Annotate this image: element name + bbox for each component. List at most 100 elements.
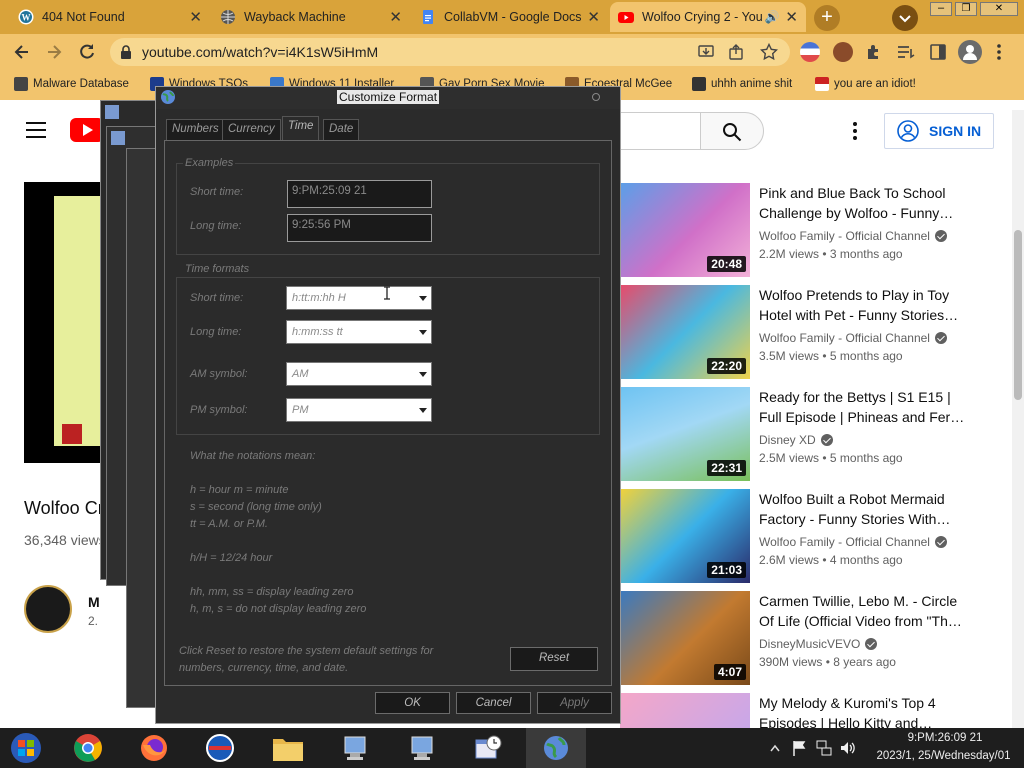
youtube-logo-icon[interactable]: [70, 118, 104, 142]
combo-value[interactable]: h:tt:m:hh H: [292, 292, 346, 304]
taskbar-explorer[interactable]: [258, 728, 318, 768]
dropdown-arrow-icon[interactable]: [419, 296, 427, 301]
extension-avatar-icon[interactable]: [833, 42, 853, 62]
close-icon[interactable]: ✕: [189, 8, 202, 26]
bookmark-you-are-an-idiot[interactable]: you are an idiot!: [815, 77, 916, 91]
dropdown-arrow-icon[interactable]: [419, 372, 427, 377]
combo-value[interactable]: AM: [292, 368, 309, 380]
settings-dots-icon[interactable]: [853, 122, 857, 140]
related-video-title[interactable]: Pink and Blue Back To School Challenge b…: [759, 183, 974, 223]
side-panel-icon[interactable]: [929, 43, 947, 61]
bookmark-uhhh-anime-shit[interactable]: uhhh anime shit: [692, 77, 792, 91]
video-thumbnail[interactable]: 22:20: [620, 285, 750, 379]
related-video[interactable]: 20:48 Pink and Blue Back To School Chall…: [620, 183, 1020, 279]
menu-dots-icon[interactable]: [997, 44, 1001, 60]
tab-currency[interactable]: Currency: [222, 119, 281, 141]
clock-time[interactable]: 9:PM:26:09 21: [870, 732, 1020, 744]
related-video-title[interactable]: Ready for the Bettys | S1 E15 | Full Epi…: [759, 387, 974, 427]
video-thumbnail[interactable]: [620, 693, 750, 728]
network-icon[interactable]: [816, 740, 832, 756]
video-thumbnail[interactable]: 20:48: [620, 183, 750, 277]
minimize-button[interactable]: –: [930, 2, 952, 16]
bookmark-malware-database[interactable]: Malware Database: [14, 77, 129, 91]
cancel-button[interactable]: Cancel: [456, 692, 531, 714]
profile-avatar[interactable]: [958, 40, 982, 64]
taskbar-app[interactable]: [190, 728, 250, 768]
video-thumbnail[interactable]: 21:03: [620, 489, 750, 583]
related-video[interactable]: 22:20 Wolfoo Pretends to Play in Toy Hot…: [620, 285, 1020, 381]
related-video[interactable]: 4:07 Carmen Twillie, Lebo M. - Circle Of…: [620, 591, 1020, 687]
volume-icon[interactable]: [840, 740, 856, 756]
search-input[interactable]: [620, 112, 708, 150]
pm-symbol-combo[interactable]: PM: [286, 398, 432, 422]
close-icon[interactable]: ✕: [785, 8, 798, 26]
ok-button[interactable]: OK: [375, 692, 450, 714]
taskbar-firefox[interactable]: [124, 728, 184, 768]
related-video-channel[interactable]: Disney XD: [759, 433, 833, 447]
restore-button[interactable]: ❐: [955, 2, 977, 16]
back-arrow-icon[interactable]: [12, 42, 32, 62]
video-thumbnail[interactable]: 22:31: [620, 387, 750, 481]
dropdown-arrow-icon[interactable]: [419, 330, 427, 335]
related-video-channel[interactable]: DisneyMusicVEVO: [759, 637, 878, 651]
audio-playing-icon[interactable]: 🔊: [764, 10, 779, 24]
close-icon[interactable]: ✕: [587, 8, 600, 26]
install-app-icon[interactable]: [698, 44, 714, 60]
taskbar-date-time[interactable]: [458, 728, 518, 768]
related-video[interactable]: 22:31 Ready for the Bettys | S1 E15 | Fu…: [620, 387, 1020, 483]
taskbar-regional-settings[interactable]: [526, 728, 586, 768]
taskbar-chrome[interactable]: [58, 728, 118, 768]
combo-value[interactable]: h:mm:ss tt: [292, 326, 343, 338]
flag-icon[interactable]: [792, 740, 806, 756]
dialog-close-icon[interactable]: [592, 93, 600, 101]
long-time-format-combo[interactable]: h:mm:ss tt: [286, 320, 432, 344]
chevron-up-icon[interactable]: [770, 744, 780, 752]
bookmark-star-icon[interactable]: [760, 43, 778, 61]
sign-in-button[interactable]: SIGN IN: [884, 113, 994, 149]
related-video[interactable]: 21:03 Wolfoo Built a Robot Mermaid Facto…: [620, 489, 1020, 585]
dropdown-arrow-icon[interactable]: [419, 408, 427, 413]
taskbar-window[interactable]: [325, 728, 385, 768]
window-close-button[interactable]: ✕: [980, 2, 1018, 16]
tab-wolfoo-crying[interactable]: Wolfoo Crying 2 - You 🔊 ✕: [610, 2, 806, 32]
tab-collabvm-google-docs[interactable]: CollabVM - Google Docs ✕: [412, 2, 608, 32]
related-video-title[interactable]: Wolfoo Pretends to Play in Toy Hotel wit…: [759, 285, 974, 325]
extensions-puzzle-icon[interactable]: [865, 43, 883, 61]
video-thumbnail[interactable]: 4:07: [620, 591, 750, 685]
share-icon[interactable]: [728, 44, 744, 60]
search-button[interactable]: [700, 112, 764, 150]
tab-404-not-found[interactable]: W 404 Not Found ✕: [10, 2, 210, 32]
scrollbar-thumb[interactable]: [1014, 230, 1022, 400]
reload-icon[interactable]: [77, 42, 97, 62]
start-button[interactable]: [0, 728, 52, 768]
forward-arrow-icon[interactable]: [44, 42, 64, 62]
channel-avatar[interactable]: [24, 585, 72, 633]
am-symbol-combo[interactable]: AM: [286, 362, 432, 386]
tab-numbers[interactable]: Numbers: [166, 119, 225, 141]
related-video[interactable]: My Melody & Kuromi's Top 4 Episodes | He…: [620, 693, 1020, 728]
tab-date[interactable]: Date: [323, 119, 360, 141]
taskbar-window[interactable]: [392, 728, 452, 768]
related-video-title[interactable]: Carmen Twillie, Lebo M. - Circle Of Life…: [759, 591, 974, 631]
related-video-title[interactable]: Wolfoo Built a Robot Mermaid Factory - F…: [759, 489, 974, 529]
clock-date[interactable]: 2023/1, 25/Wednesday/01: [866, 750, 1021, 762]
hamburger-menu-icon[interactable]: [26, 122, 46, 138]
extension-flag-icon[interactable]: [800, 42, 820, 62]
url-text[interactable]: youtube.com/watch?v=i4K1sW5iHmM: [142, 44, 378, 60]
apply-button[interactable]: Apply: [537, 692, 612, 714]
combo-value[interactable]: PM: [292, 404, 309, 416]
lock-icon[interactable]: [120, 45, 132, 59]
related-video-title[interactable]: My Melody & Kuromi's Top 4 Episodes | He…: [759, 693, 974, 728]
reset-button[interactable]: Reset: [510, 647, 598, 671]
related-video-channel[interactable]: Wolfoo Family - Official Channel: [759, 229, 947, 243]
new-tab-button[interactable]: +: [814, 5, 840, 31]
related-video-channel[interactable]: Wolfoo Family - Official Channel: [759, 331, 947, 345]
tab-search-button[interactable]: [892, 5, 918, 31]
tab-time[interactable]: Time: [282, 116, 320, 141]
page-scrollbar[interactable]: [1012, 110, 1024, 728]
short-time-format-combo[interactable]: h:tt:m:hh H: [286, 286, 432, 310]
related-video-channel[interactable]: Wolfoo Family - Official Channel: [759, 535, 947, 549]
close-icon[interactable]: ✕: [389, 8, 402, 26]
tab-wayback-machine[interactable]: Wayback Machine ✕: [212, 2, 410, 32]
reading-list-icon[interactable]: [896, 43, 916, 61]
